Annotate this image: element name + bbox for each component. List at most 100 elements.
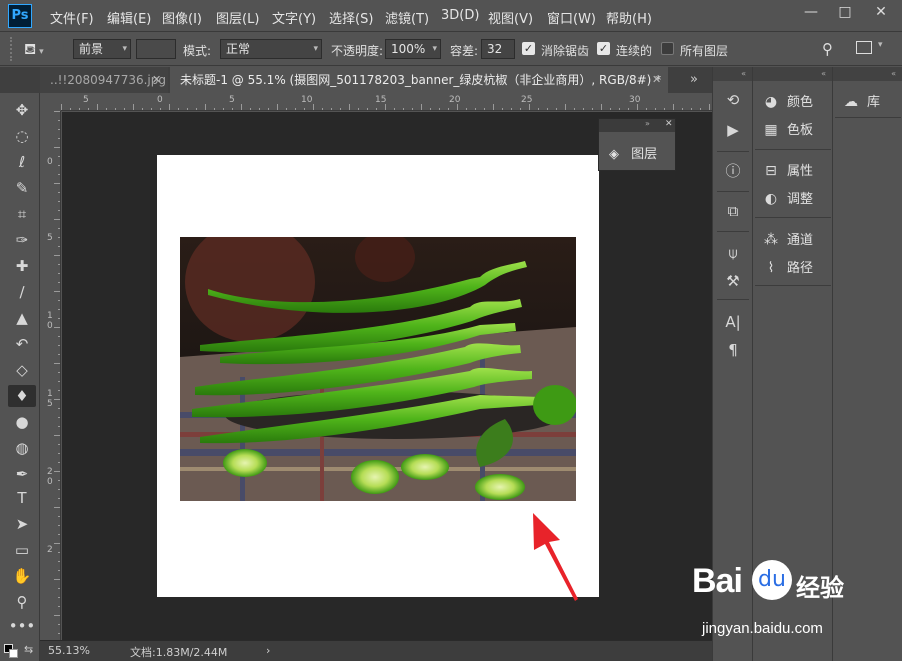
menu-3d[interactable]: 3D(D) [441, 8, 479, 23]
antialias-checkbox[interactable]: ✓ [522, 42, 535, 55]
quick-select-icon[interactable]: ✎ [8, 177, 36, 199]
collapse-icon[interactable]: « [753, 67, 832, 81]
pen-icon[interactable]: ✒ [8, 463, 36, 485]
layers-float-panel[interactable]: » ✕ ◈ 图层 [598, 118, 676, 171]
menu-layer[interactable]: 图层(L) [216, 8, 259, 27]
character-icon[interactable]: A| [721, 311, 745, 333]
rectangle-icon[interactable]: ▭ [8, 539, 36, 561]
search-icon[interactable]: ⚲ [822, 40, 833, 58]
type-icon[interactable]: T [8, 487, 36, 509]
layers-icon: ◈ [609, 147, 619, 162]
tab-overflow-icon[interactable]: » [690, 72, 698, 87]
ruler-label: 1 [47, 389, 53, 399]
paint-bucket-preset[interactable]: ⛾ ▾ [24, 39, 62, 59]
eraser-icon[interactable]: ◇ [8, 359, 36, 381]
document-info: 文档:1.83M/2.44M [130, 646, 228, 659]
options-bar: ⛾ ▾ 前景 ▾ 模式: 正常 ▾ 不透明度: 100% ▾ 容差: 32 ✓ … [0, 33, 902, 66]
adjustments-icon: ◐ [764, 191, 778, 207]
eyedropper-icon[interactable]: ✑ [8, 229, 36, 251]
status-menu-arrow[interactable]: › [266, 644, 270, 657]
ruler-label: 0 [47, 321, 53, 331]
panel-channels[interactable]: ⁂ 通道 [761, 229, 813, 251]
tolerance-input[interactable]: 32 [481, 39, 515, 59]
panel-adjustments[interactable]: ◐ 调整 [761, 188, 813, 210]
brush-icon[interactable]: ∕ [8, 281, 36, 303]
stamp-icon[interactable]: ▲ [8, 307, 36, 329]
menu-select[interactable]: 选择(S) [329, 8, 373, 27]
panel-paths[interactable]: ⌇ 路径 [761, 257, 813, 279]
healing-icon[interactable]: ✚ [8, 255, 36, 277]
menu-filter[interactable]: 滤镜(T) [385, 8, 429, 27]
float-panel-header[interactable]: » ✕ [599, 119, 675, 132]
menu-edit[interactable]: 编辑(E) [107, 8, 151, 27]
workspace-icon[interactable] [856, 41, 872, 54]
move-icon[interactable]: ✥ [8, 99, 36, 121]
blur-icon[interactable]: ● [8, 411, 36, 433]
menu-view[interactable]: 视图(V) [488, 8, 533, 27]
marquee-icon[interactable]: ◌ [8, 125, 36, 147]
ruler-vertical[interactable]: 051015202 [42, 111, 61, 640]
path-select-icon[interactable]: ➤ [8, 513, 36, 535]
maximize-button[interactable]: □ [828, 0, 862, 24]
info-icon[interactable]: ⓘ [721, 160, 745, 182]
history-brush-icon[interactable]: ↶ [8, 333, 36, 355]
contiguous-label: 连续的 [616, 44, 653, 58]
status-bar: 55.13% 文档:1.83M/2.44M › [40, 640, 712, 661]
hand-icon[interactable]: ✋ [8, 565, 36, 587]
paint-bucket-icon[interactable]: ♦ [8, 385, 36, 407]
collapse-icon[interactable]: « [833, 67, 902, 81]
brush-preset-icon[interactable]: ⍦ [721, 242, 745, 264]
paths-icon: ⌇ [767, 260, 775, 276]
paragraph-icon[interactable]: ¶ [721, 339, 745, 361]
fill-source-select[interactable]: 前景 ▾ [73, 39, 131, 59]
lasso-icon[interactable]: ℓ [8, 151, 36, 173]
collapse-icon[interactable]: « [713, 67, 752, 81]
close-icon[interactable]: ✕ [652, 67, 661, 93]
transform-icon[interactable]: ⧉ [721, 200, 745, 222]
swap-colors-icon[interactable]: ⇆ [24, 643, 33, 656]
tab-image-jpg[interactable]: ..!!2080947736.jpg ✕ [40, 67, 168, 93]
history-icon[interactable]: ⟲ [721, 89, 745, 111]
tab-untitled-1[interactable]: 未标题-1 @ 55.1% (摄图网_501178203_banner_绿皮杭椒… [170, 67, 668, 93]
opacity-input[interactable]: 100% ▾ [385, 39, 441, 59]
watermark-url: jingyan.baidu.com [702, 620, 823, 637]
contiguous-checkbox[interactable]: ✓ [597, 42, 610, 55]
dodge-icon[interactable]: ◍ [8, 437, 36, 459]
ruler-label: 20 [449, 95, 461, 105]
menu-window[interactable]: 窗口(W) [547, 8, 596, 27]
crop-icon[interactable]: ⌗ [8, 203, 36, 225]
mode-select[interactable]: 正常 ▾ [220, 39, 322, 59]
collapse-icon[interactable]: » [645, 119, 650, 128]
actions-play-icon[interactable]: ▶ [721, 119, 745, 141]
panel-libraries[interactable]: ☁ 库 [841, 91, 880, 113]
ruler-label: 0 [47, 477, 53, 487]
menu-image[interactable]: 图像(I) [162, 8, 202, 27]
ruler-horizontal[interactable]: 5 0 5 10 15 20 25 30 [61, 94, 712, 111]
menu-help[interactable]: 帮助(H) [606, 8, 652, 27]
pattern-picker[interactable] [136, 39, 176, 59]
mode-value: 正常 [226, 42, 251, 56]
tools-panel: » ✥◌ℓ✎⌗✑✚∕▲↶◇♦●◍✒T➤▭✋⚲••• [0, 67, 40, 661]
fill-source-value: 前景 [79, 42, 104, 56]
color-swatches-icon[interactable] [4, 644, 18, 658]
watermark-brand: Bai [692, 562, 743, 600]
panel-color[interactable]: ◕ 颜色 [761, 91, 813, 113]
close-icon[interactable]: ✕ [665, 119, 673, 129]
panel-properties[interactable]: ⊟ 属性 [761, 160, 813, 182]
layers-panel-button[interactable]: ◈ 图层 [609, 143, 657, 162]
tolerance-label: 容差: [450, 44, 479, 58]
chili-photo[interactable] [180, 237, 576, 501]
close-button[interactable]: ✕ [864, 0, 898, 24]
more-icon[interactable]: ••• [8, 615, 36, 637]
menu-file[interactable]: 文件(F) [50, 8, 94, 27]
ruler-label: 10 [301, 95, 313, 105]
minimize-button[interactable]: — [794, 0, 828, 24]
menu-type[interactable]: 文字(Y) [272, 8, 316, 27]
zoom-level[interactable]: 55.13% [48, 644, 90, 657]
tool-preset-icon[interactable]: ⚒ [721, 270, 745, 292]
chevron-down-icon[interactable]: ▾ [878, 40, 883, 50]
all-layers-checkbox[interactable] [661, 42, 674, 55]
panel-swatches[interactable]: ▦ 色板 [761, 119, 813, 141]
zoom-icon[interactable]: ⚲ [8, 591, 36, 613]
close-icon[interactable]: ✕ [152, 67, 161, 93]
